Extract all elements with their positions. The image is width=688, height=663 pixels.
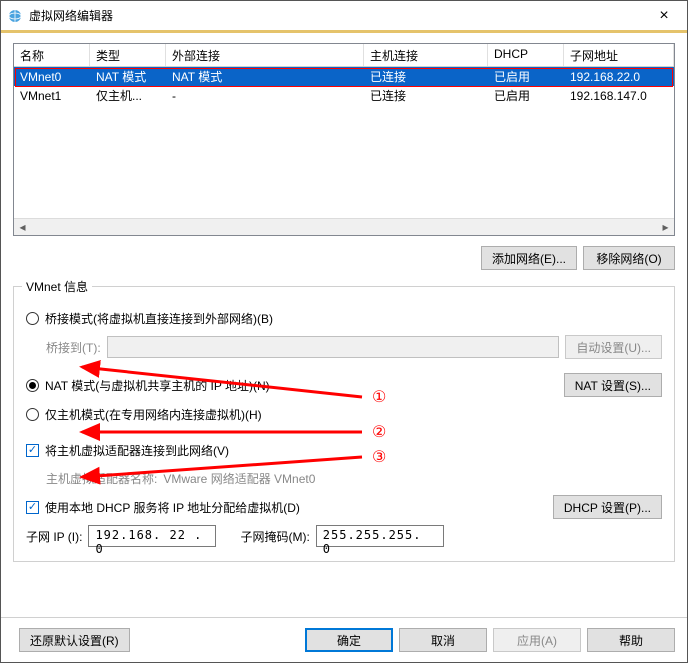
subnet-mask-input[interactable]: 255.255.255. 0 bbox=[316, 525, 444, 547]
bridge-label: 桥接模式(将虚拟机直接连接到外部网络)(B) bbox=[45, 310, 273, 327]
remove-network-button[interactable]: 移除网络(O) bbox=[583, 246, 675, 270]
cell-dhcp: 已启用 bbox=[488, 67, 564, 86]
network-table[interactable]: 名称 类型 外部连接 主机连接 DHCP 子网地址 VMnet0 NAT 模式 … bbox=[13, 43, 675, 236]
cell-name: VMnet1 bbox=[14, 88, 90, 104]
scroll-right-icon[interactable]: ▸ bbox=[657, 219, 674, 236]
close-button[interactable]: × bbox=[641, 1, 687, 31]
use-dhcp-option[interactable]: 使用本地 DHCP 服务将 IP 地址分配给虚拟机(D) DHCP 设置(P).… bbox=[26, 495, 662, 519]
group-title: VMnet 信息 bbox=[22, 278, 92, 295]
nat-settings-button[interactable]: NAT 设置(S)... bbox=[564, 373, 662, 397]
add-network-button[interactable]: 添加网络(E)... bbox=[481, 246, 577, 270]
content: 名称 类型 外部连接 主机连接 DHCP 子网地址 VMnet0 NAT 模式 … bbox=[1, 33, 687, 617]
nat-label: NAT 模式(与虚拟机共享主机的 IP 地址)(N) bbox=[45, 377, 270, 394]
scroll-left-icon[interactable]: ◂ bbox=[14, 219, 31, 236]
radio-hostonly[interactable] bbox=[26, 408, 39, 421]
restore-defaults-button[interactable]: 还原默认设置(R) bbox=[19, 628, 130, 652]
subnet-mask-label: 子网掩码(M): bbox=[240, 528, 309, 545]
col-ext[interactable]: 外部连接 bbox=[166, 44, 364, 66]
cell-host: 已连接 bbox=[364, 67, 488, 86]
vmnet-info-group: VMnet 信息 桥接模式(将虚拟机直接连接到外部网络)(B) 桥接到(T): … bbox=[13, 286, 675, 562]
check-use-dhcp[interactable] bbox=[26, 501, 39, 514]
window-title: 虚拟网络编辑器 bbox=[29, 7, 641, 24]
scrollbar-horizontal[interactable]: ◂ ▸ bbox=[14, 218, 674, 235]
connect-host-option[interactable]: 将主机虚拟适配器连接到此网络(V) bbox=[26, 439, 662, 461]
table-row[interactable]: VMnet0 NAT 模式 NAT 模式 已连接 已启用 192.168.22.… bbox=[14, 67, 674, 86]
cell-name: VMnet0 bbox=[14, 69, 90, 85]
apply-button: 应用(A) bbox=[493, 628, 581, 652]
close-icon: × bbox=[659, 7, 668, 25]
host-adapter-row: 主机虚拟适配器名称: VMware 网络适配器 VMnet0 bbox=[46, 467, 662, 489]
cell-ext: - bbox=[166, 88, 364, 104]
bridge-to-row: 桥接到(T): 自动设置(U)... bbox=[46, 335, 662, 359]
connect-host-label: 将主机虚拟适配器连接到此网络(V) bbox=[45, 442, 229, 459]
radio-bridge[interactable] bbox=[26, 312, 39, 325]
use-dhcp-label: 使用本地 DHCP 服务将 IP 地址分配给虚拟机(D) bbox=[45, 499, 300, 516]
col-name[interactable]: 名称 bbox=[14, 44, 90, 66]
footer: 还原默认设置(R) 确定 取消 应用(A) 帮助 bbox=[1, 617, 687, 662]
cell-subnet: 192.168.147.0 bbox=[564, 88, 674, 104]
cell-subnet: 192.168.22.0 bbox=[564, 69, 674, 85]
hostonly-option[interactable]: 仅主机模式(在专用网络内连接虚拟机)(H) bbox=[26, 403, 662, 425]
window: 虚拟网络编辑器 × 名称 类型 外部连接 主机连接 DHCP 子网地址 VMne… bbox=[0, 0, 688, 663]
check-connect-host[interactable] bbox=[26, 444, 39, 457]
cancel-button[interactable]: 取消 bbox=[399, 628, 487, 652]
hostonly-label: 仅主机模式(在专用网络内连接虚拟机)(H) bbox=[45, 406, 262, 423]
cell-ext: NAT 模式 bbox=[166, 67, 364, 86]
auto-settings-button: 自动设置(U)... bbox=[565, 335, 662, 359]
bridge-to-select bbox=[107, 336, 560, 358]
app-icon bbox=[7, 8, 23, 24]
table-button-row: 添加网络(E)... 移除网络(O) bbox=[13, 246, 675, 270]
dhcp-settings-button[interactable]: DHCP 设置(P)... bbox=[553, 495, 662, 519]
col-host[interactable]: 主机连接 bbox=[364, 44, 488, 66]
col-subnet[interactable]: 子网地址 bbox=[564, 44, 674, 66]
subnet-ip-label: 子网 IP (I): bbox=[26, 528, 82, 545]
cell-host: 已连接 bbox=[364, 86, 488, 105]
host-adapter-label: 主机虚拟适配器名称: bbox=[46, 470, 157, 487]
col-dhcp[interactable]: DHCP bbox=[488, 44, 564, 66]
subnet-ip-input[interactable]: 192.168. 22 . 0 bbox=[88, 525, 216, 547]
table-header: 名称 类型 外部连接 主机连接 DHCP 子网地址 bbox=[14, 44, 674, 67]
subnet-row: 子网 IP (I): 192.168. 22 . 0 子网掩码(M): 255.… bbox=[26, 525, 662, 547]
titlebar: 虚拟网络编辑器 × bbox=[1, 1, 687, 31]
col-type[interactable]: 类型 bbox=[90, 44, 166, 66]
table-row[interactable]: VMnet1 仅主机... - 已连接 已启用 192.168.147.0 bbox=[14, 86, 674, 105]
bridge-to-label: 桥接到(T): bbox=[46, 339, 101, 356]
cell-type: NAT 模式 bbox=[90, 67, 166, 86]
cell-dhcp: 已启用 bbox=[488, 86, 564, 105]
nat-option[interactable]: NAT 模式(与虚拟机共享主机的 IP 地址)(N) NAT 设置(S)... bbox=[26, 373, 662, 397]
host-adapter-value: VMware 网络适配器 VMnet0 bbox=[163, 470, 315, 487]
ok-button[interactable]: 确定 bbox=[305, 628, 393, 652]
cell-type: 仅主机... bbox=[90, 86, 166, 105]
help-button[interactable]: 帮助 bbox=[587, 628, 675, 652]
bridge-option[interactable]: 桥接模式(将虚拟机直接连接到外部网络)(B) bbox=[26, 307, 662, 329]
radio-nat[interactable] bbox=[26, 379, 39, 392]
